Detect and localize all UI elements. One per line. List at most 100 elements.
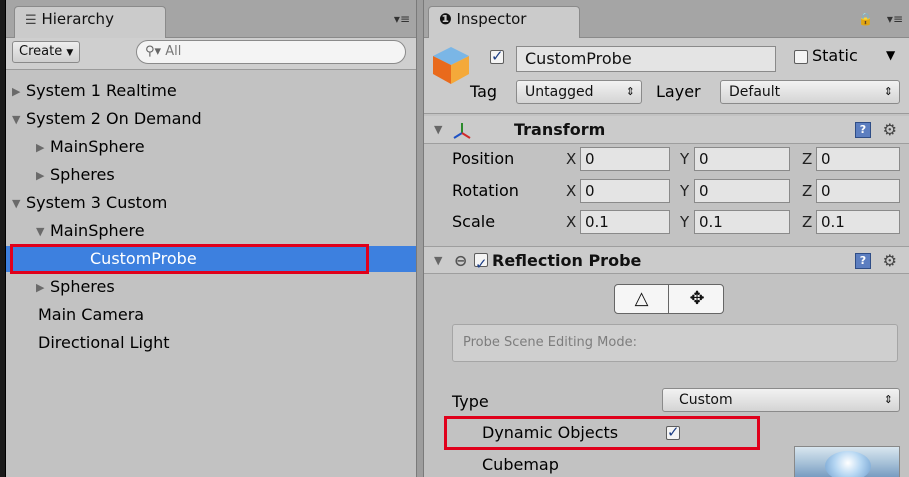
- tab-hierarchy-label: Hierarchy: [41, 10, 114, 28]
- tab-inspector-label: Inspector: [456, 10, 527, 28]
- expanded-arrow-icon[interactable]: ▼: [434, 247, 442, 275]
- position-x-field[interactable]: 0: [580, 147, 670, 171]
- inspector-tabbar: ❶ Inspector 🔒 ▾≡: [424, 0, 909, 38]
- tree-item[interactable]: ▶ MainSphere: [36, 134, 145, 160]
- highlight-box: [444, 416, 760, 450]
- search-input[interactable]: ⚲▾ All: [136, 40, 406, 64]
- reflection-probe-title: Reflection Probe: [492, 251, 642, 270]
- tree-item-label: MainSphere: [50, 221, 145, 240]
- rotation-y-field[interactable]: 0: [694, 179, 790, 203]
- field-value: 0.1: [585, 213, 609, 231]
- rotation-label: Rotation: [452, 181, 519, 200]
- updown-caret-icon: ⇕: [625, 85, 635, 98]
- transform-axes-icon: [453, 123, 471, 139]
- axis-y-label[interactable]: Y: [680, 182, 689, 200]
- gear-icon[interactable]: ⚙: [883, 247, 897, 275]
- tree-item[interactable]: ▶ Spheres: [36, 274, 115, 300]
- rotation-z-field[interactable]: 0: [816, 179, 900, 203]
- cubemap-label: Cubemap: [482, 455, 559, 474]
- tree-item-label: Directional Light: [38, 333, 170, 352]
- position-label: Position: [452, 149, 515, 168]
- field-value: 0: [699, 182, 709, 200]
- reflection-probe-header[interactable]: ▼ ⊖ Reflection Probe ? ⚙: [424, 246, 909, 278]
- reflection-probe-enabled-checkbox[interactable]: [474, 250, 488, 278]
- expanded-arrow-icon[interactable]: ▼: [12, 107, 26, 133]
- probe-edit-tools: △ ✥: [614, 284, 724, 314]
- axis-y-label[interactable]: Y: [680, 213, 689, 231]
- edit-bounds-icon: △: [634, 288, 649, 309]
- collapsed-arrow-icon[interactable]: ▶: [36, 275, 50, 301]
- help-icon[interactable]: ?: [855, 122, 871, 138]
- layer-dropdown[interactable]: Default ⇕: [720, 80, 900, 104]
- scale-x-field[interactable]: 0.1: [580, 210, 670, 234]
- panel-menu-icon[interactable]: ▾≡: [887, 12, 903, 26]
- tree-item[interactable]: Directional Light: [38, 330, 170, 356]
- axis-z-label[interactable]: Z: [802, 182, 812, 200]
- tree-item[interactable]: ▶ Spheres: [36, 162, 115, 188]
- gameobject-cube-icon: [433, 47, 469, 84]
- field-value: 0: [821, 150, 831, 168]
- rotation-x-field[interactable]: 0: [580, 179, 670, 203]
- tab-hierarchy[interactable]: ☰ Hierarchy: [14, 6, 166, 38]
- name-field[interactable]: CustomProbe: [516, 46, 776, 72]
- active-checkbox[interactable]: [490, 47, 504, 65]
- layer-label: Layer: [656, 82, 701, 101]
- scale-y-field[interactable]: 0.1: [694, 210, 790, 234]
- tree-item[interactable]: ▼ System 2 On Demand: [12, 106, 202, 132]
- axis-x-label[interactable]: X: [566, 213, 576, 231]
- expanded-arrow-icon[interactable]: ▼: [12, 191, 26, 217]
- reflection-probe-icon: ⊖: [454, 251, 468, 270]
- type-label: Type: [452, 392, 489, 411]
- dropdown-caret-icon: ▼: [66, 48, 74, 58]
- info-icon: ❶: [439, 10, 452, 28]
- scene-editing-mode-box: Probe Scene Editing Mode:: [452, 324, 898, 362]
- move-icon: ✥: [689, 288, 705, 309]
- axis-z-label[interactable]: Z: [802, 150, 812, 168]
- scale-label: Scale: [452, 212, 496, 231]
- panel-splitter[interactable]: [416, 0, 424, 477]
- axis-z-label[interactable]: Z: [802, 213, 812, 231]
- tab-inspector[interactable]: ❶ Inspector: [428, 6, 580, 38]
- tree-item[interactable]: Main Camera: [38, 302, 144, 328]
- type-dropdown[interactable]: Custom ⇕: [662, 388, 900, 412]
- transform-header[interactable]: ▼ Transform ? ⚙: [424, 116, 909, 144]
- search-icon: ⚲▾: [145, 44, 162, 59]
- cubemap-preview[interactable]: [794, 446, 900, 477]
- expanded-arrow-icon[interactable]: ▼: [36, 219, 50, 245]
- tree-item-label: System 1 Realtime: [26, 81, 177, 100]
- create-button[interactable]: Create ▼: [12, 41, 81, 63]
- inspector-panel: ❶ Inspector 🔒 ▾≡ CustomProbe Static ▼ Ta…: [424, 0, 909, 477]
- move-origin-button[interactable]: ✥: [670, 285, 724, 313]
- edit-bounds-button[interactable]: △: [615, 285, 669, 313]
- lock-icon[interactable]: 🔒: [858, 12, 873, 26]
- tag-dropdown-value: Untagged: [525, 84, 594, 100]
- expanded-arrow-icon[interactable]: ▼: [434, 116, 442, 144]
- tree-item[interactable]: ▼ System 3 Custom: [12, 190, 167, 216]
- collapsed-arrow-icon[interactable]: ▶: [36, 163, 50, 189]
- tree-item-label: Spheres: [50, 165, 115, 184]
- panel-menu-icon[interactable]: ▾≡: [394, 12, 410, 26]
- tree-item[interactable]: ▼ MainSphere: [36, 218, 145, 244]
- layer-dropdown-value: Default: [729, 84, 781, 100]
- scene-editing-mode-text: Probe Scene Editing Mode:: [463, 335, 637, 350]
- gear-icon[interactable]: ⚙: [883, 116, 897, 144]
- position-y-field[interactable]: 0: [694, 147, 790, 171]
- axis-y-label[interactable]: Y: [680, 150, 689, 168]
- axis-x-label[interactable]: X: [566, 150, 576, 168]
- tree-item-label: System 3 Custom: [26, 193, 168, 212]
- tree-item[interactable]: ▶ System 1 Realtime: [12, 78, 177, 104]
- axis-x-label[interactable]: X: [566, 182, 576, 200]
- tag-label: Tag: [470, 82, 498, 101]
- scale-z-field[interactable]: 0.1: [816, 210, 900, 234]
- field-value: 0.1: [699, 213, 723, 231]
- static-checkbox[interactable]: [794, 50, 808, 64]
- position-z-field[interactable]: 0: [816, 147, 900, 171]
- help-icon[interactable]: ?: [855, 253, 871, 269]
- updown-caret-icon: ⇕: [883, 85, 893, 98]
- hierarchy-panel: ☰ Hierarchy ▾≡ Create ▼ ⚲▾ All ▶ System 1…: [5, 0, 416, 477]
- static-label: Static: [812, 46, 858, 65]
- collapsed-arrow-icon[interactable]: ▶: [36, 135, 50, 161]
- collapsed-arrow-icon[interactable]: ▶: [12, 79, 26, 105]
- static-dropdown-icon[interactable]: ▼: [886, 48, 895, 62]
- tag-dropdown[interactable]: Untagged ⇕: [516, 80, 642, 104]
